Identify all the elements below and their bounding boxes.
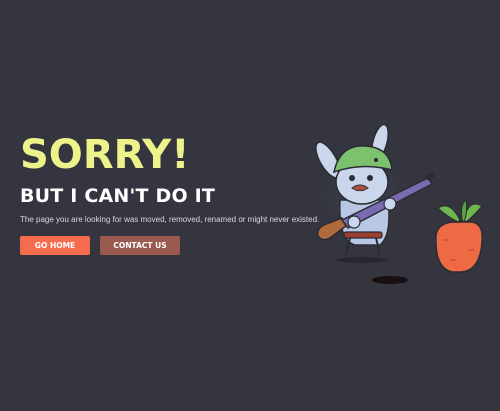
error-actions: GO HOME CONTACT US [20, 236, 180, 255]
error-headline: SORRY! [20, 132, 190, 178]
error-page: SORRY! BUT I CAN'T DO IT The page you ar… [0, 0, 500, 411]
go-home-button[interactable]: GO HOME [20, 236, 90, 255]
contact-us-button[interactable]: CONTACT US [100, 236, 180, 255]
error-subheadline: BUT I CAN'T DO IT [20, 185, 216, 207]
bunny-illustration [314, 123, 484, 284]
error-content: SORRY! BUT I CAN'T DO IT The page you ar… [20, 132, 320, 225]
error-message: The page you are looking for was moved, … [20, 215, 320, 224]
